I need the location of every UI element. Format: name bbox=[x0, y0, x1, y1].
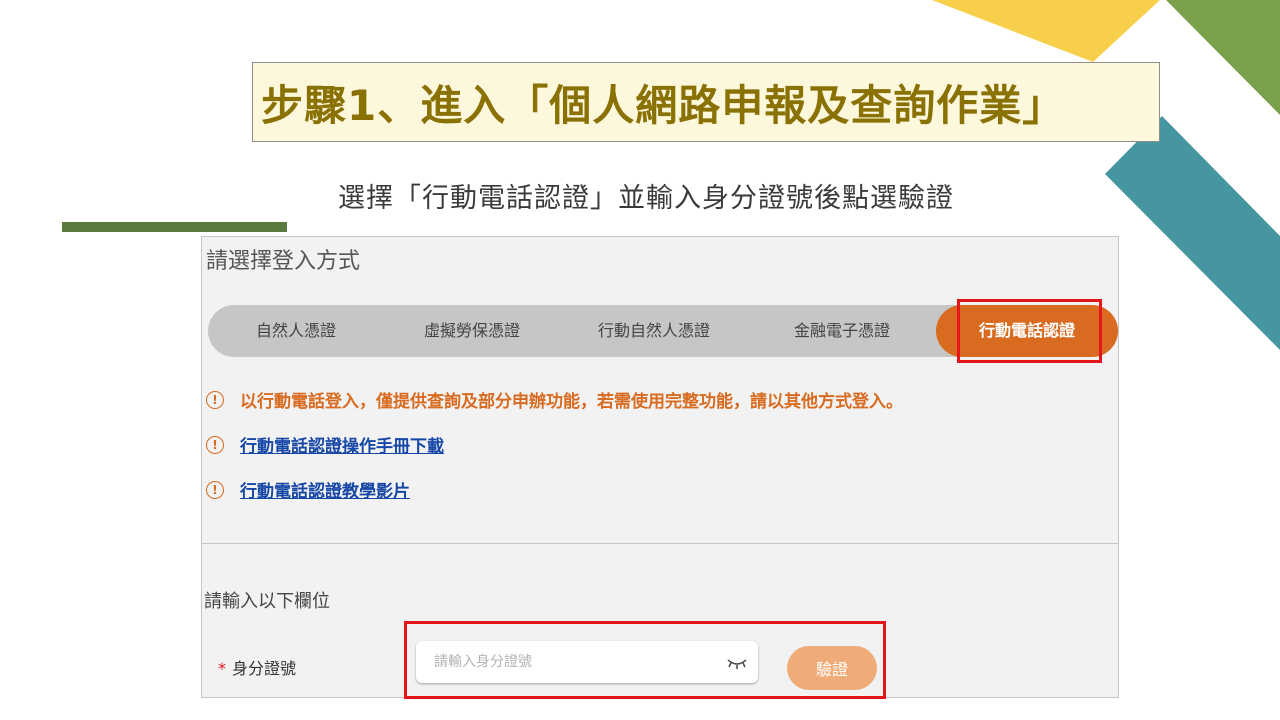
tab-financial-certificate[interactable]: 金融電子憑證 bbox=[748, 305, 936, 357]
input-section-label: 請輸入以下欄位 bbox=[204, 591, 330, 612]
tab-citizen-certificate[interactable]: 自然人憑證 bbox=[208, 305, 384, 357]
manual-download-row: ! 行動電話認證操作手冊下載 bbox=[206, 432, 444, 457]
required-mark: * bbox=[218, 659, 226, 678]
teal-shape bbox=[1105, 116, 1280, 350]
id-number-label: * 身分證號 bbox=[218, 655, 296, 679]
tab-virtual-labor-insurance-certificate[interactable]: 虛擬勞保憑證 bbox=[384, 305, 560, 357]
login-method-heading: 請選擇登入方式 bbox=[206, 249, 361, 274]
yellow-triangle bbox=[932, 0, 1160, 62]
exclamation-circle-icon: ! bbox=[206, 390, 224, 409]
tutorial-video-row: ! 行動電話認證教學影片 bbox=[206, 477, 410, 502]
warning-text: 以行動電話登入，僅提供查詢及部分申辦功能，若需使用完整功能，請以其他方式登入。 bbox=[240, 392, 903, 412]
login-panel: 請選擇登入方式 自然人憑證 虛擬勞保憑證 行動自然人憑證 金融電子憑證 行動電話… bbox=[201, 236, 1119, 699]
slide-subtitle: 選擇「行動電話認證」並輸入身分證號後點選驗證 bbox=[338, 183, 954, 214]
slide-title-box: 步驟1、進入「個人網路申報及查詢作業」 bbox=[252, 62, 1160, 142]
manual-download-link[interactable]: 行動電話認證操作手冊下載 bbox=[240, 432, 444, 457]
exclamation-circle-icon: ! bbox=[206, 480, 224, 499]
tab-mobile-citizen-certificate[interactable]: 行動自然人憑證 bbox=[560, 305, 748, 357]
tutorial-video-link[interactable]: 行動電話認證教學影片 bbox=[240, 477, 410, 502]
exclamation-circle-icon: ! bbox=[206, 435, 224, 454]
id-number-label-text: 身分證號 bbox=[232, 659, 297, 678]
green-accent-bar bbox=[62, 222, 287, 232]
green-triangle bbox=[1166, 0, 1280, 115]
tab-highlight-box bbox=[957, 299, 1102, 363]
section-divider bbox=[202, 543, 1118, 544]
input-highlight-box bbox=[404, 621, 886, 699]
slide-title: 步驟1、進入「個人網路申報及查詢作業」 bbox=[261, 80, 1066, 130]
mobile-login-warning: ! 以行動電話登入，僅提供查詢及部分申辦功能，若需使用完整功能，請以其他方式登入… bbox=[206, 387, 903, 412]
